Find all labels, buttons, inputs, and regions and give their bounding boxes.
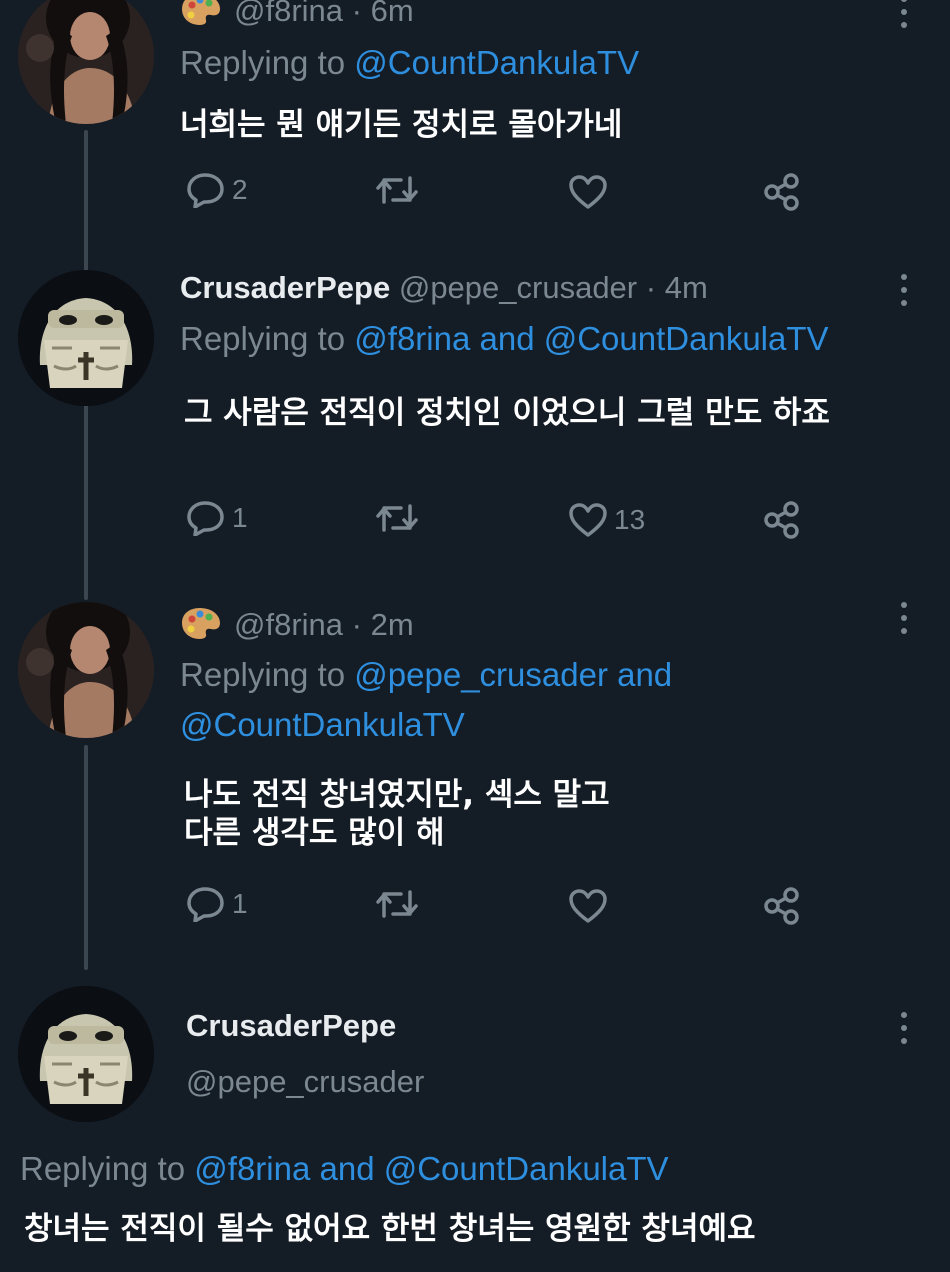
more-options-icon[interactable] (901, 602, 907, 634)
tweet-time[interactable]: · 6m (352, 0, 414, 28)
heart-icon (569, 175, 607, 209)
share-icon (764, 887, 799, 925)
reply-count: 2 (232, 174, 248, 205)
like-count: 13 (614, 504, 646, 535)
heart-icon (569, 503, 607, 537)
user-handle[interactable]: @f8rina (234, 0, 343, 28)
user-handle[interactable]: @f8rina (234, 607, 343, 642)
user-avatar[interactable] (18, 270, 154, 406)
share-icon (764, 501, 799, 539)
user-handle[interactable]: @pepe_crusader (399, 270, 637, 305)
reply-count: 1 (232, 502, 248, 533)
replying-to: Replying to @pepe_crusader and (180, 656, 672, 694)
user-display-name[interactable]: CrusaderPepe (180, 270, 390, 305)
palette-icon (180, 606, 222, 648)
share-button[interactable] (762, 500, 802, 540)
woman-avatar-icon (18, 602, 154, 738)
share-button[interactable] (762, 172, 802, 212)
more-options-icon[interactable] (901, 1012, 907, 1044)
retweet-button[interactable] (375, 888, 419, 920)
replying-to-label: Replying to (20, 1150, 186, 1187)
mention-link[interactable]: @f8rina and @CountDankulaTV (354, 320, 828, 357)
tweet-text-line: 나도 전직 창녀였지만, 섹스 말고 (184, 777, 610, 813)
reply-icon (187, 173, 224, 208)
woman-avatar-icon (18, 0, 154, 124)
like-button[interactable]: 13 (568, 502, 645, 538)
tweet-actions: 1 13 (0, 496, 950, 546)
more-options-icon[interactable] (901, 0, 907, 28)
user-avatar[interactable] (18, 602, 154, 738)
user-handle-text: @pepe_crusader (186, 1064, 425, 1099)
more-options-icon[interactable] (901, 274, 907, 306)
tweet-text: 너희는 뭔 얘기든 정치로 몰아가네 (180, 107, 623, 143)
user-avatar[interactable] (18, 0, 154, 124)
thread-line (84, 745, 88, 970)
user-avatar[interactable] (18, 986, 154, 1122)
reply-button[interactable]: 2 (186, 172, 248, 208)
tweet-actions: 2 (0, 168, 950, 218)
tweet-actions: 1 (0, 882, 950, 932)
retweet-button[interactable] (375, 502, 419, 534)
user-display-name-text: CrusaderPepe (186, 1008, 397, 1043)
mention-link[interactable]: @pepe_crusader and (354, 656, 672, 693)
replying-to-label: Replying to (180, 44, 346, 81)
retweet-button[interactable] (375, 174, 419, 206)
replying-to-label: Replying to (180, 320, 346, 357)
user-handle[interactable]: @pepe_crusader (186, 1064, 424, 1100)
retweet-icon (376, 504, 418, 532)
replying-to: Replying to @CountDankulaTV (180, 44, 639, 82)
share-icon (764, 173, 799, 211)
replying-to-continued: @CountDankulaTV (180, 706, 465, 744)
tweet-meta: @f8rina · 6m (180, 0, 414, 34)
mention-link[interactable]: @f8rina and @CountDankulaTV (194, 1150, 668, 1187)
user-display-name[interactable]: CrusaderPepe (186, 1008, 396, 1044)
palette-icon (180, 0, 222, 34)
mention-link[interactable]: @CountDankulaTV (180, 706, 465, 743)
like-button[interactable] (568, 174, 614, 210)
reply-icon (187, 501, 224, 536)
tweet-time[interactable]: · 2m (352, 607, 414, 642)
share-button[interactable] (762, 886, 802, 926)
tweet-meta: CrusaderPepe @pepe_crusader · 4m (180, 270, 708, 306)
retweet-icon (376, 890, 418, 918)
tweet-text: 그 사람은 전직이 정치인 이었으니 그럴 만도 하죠 (184, 395, 830, 431)
reply-icon (187, 887, 224, 922)
like-button[interactable] (568, 888, 614, 924)
replying-to: Replying to @f8rina and @CountDankulaTV (20, 1150, 669, 1188)
pepe-avatar-icon (18, 986, 154, 1122)
reply-button[interactable]: 1 (186, 500, 248, 536)
reply-button[interactable]: 1 (186, 886, 248, 922)
tweet-text: 나도 전직 창녀였지만, 섹스 말고 다른 생각도 많이 해 (184, 776, 610, 852)
heart-icon (569, 889, 607, 923)
mention-link[interactable]: @CountDankulaTV (354, 44, 639, 81)
tweet-time[interactable]: · 4m (646, 270, 708, 305)
replying-to: Replying to @f8rina and @CountDankulaTV (180, 320, 829, 358)
pepe-avatar-icon (18, 270, 154, 406)
tweet-meta: @f8rina · 2m (180, 606, 414, 648)
replying-to-label: Replying to (180, 656, 346, 693)
retweet-icon (376, 176, 418, 204)
reply-count: 1 (232, 888, 248, 919)
tweet-text: 창녀는 전직이 될수 없어요 한번 창녀는 영원한 창녀예요 (24, 1211, 756, 1247)
tweet-text-line: 다른 생각도 많이 해 (184, 815, 445, 851)
